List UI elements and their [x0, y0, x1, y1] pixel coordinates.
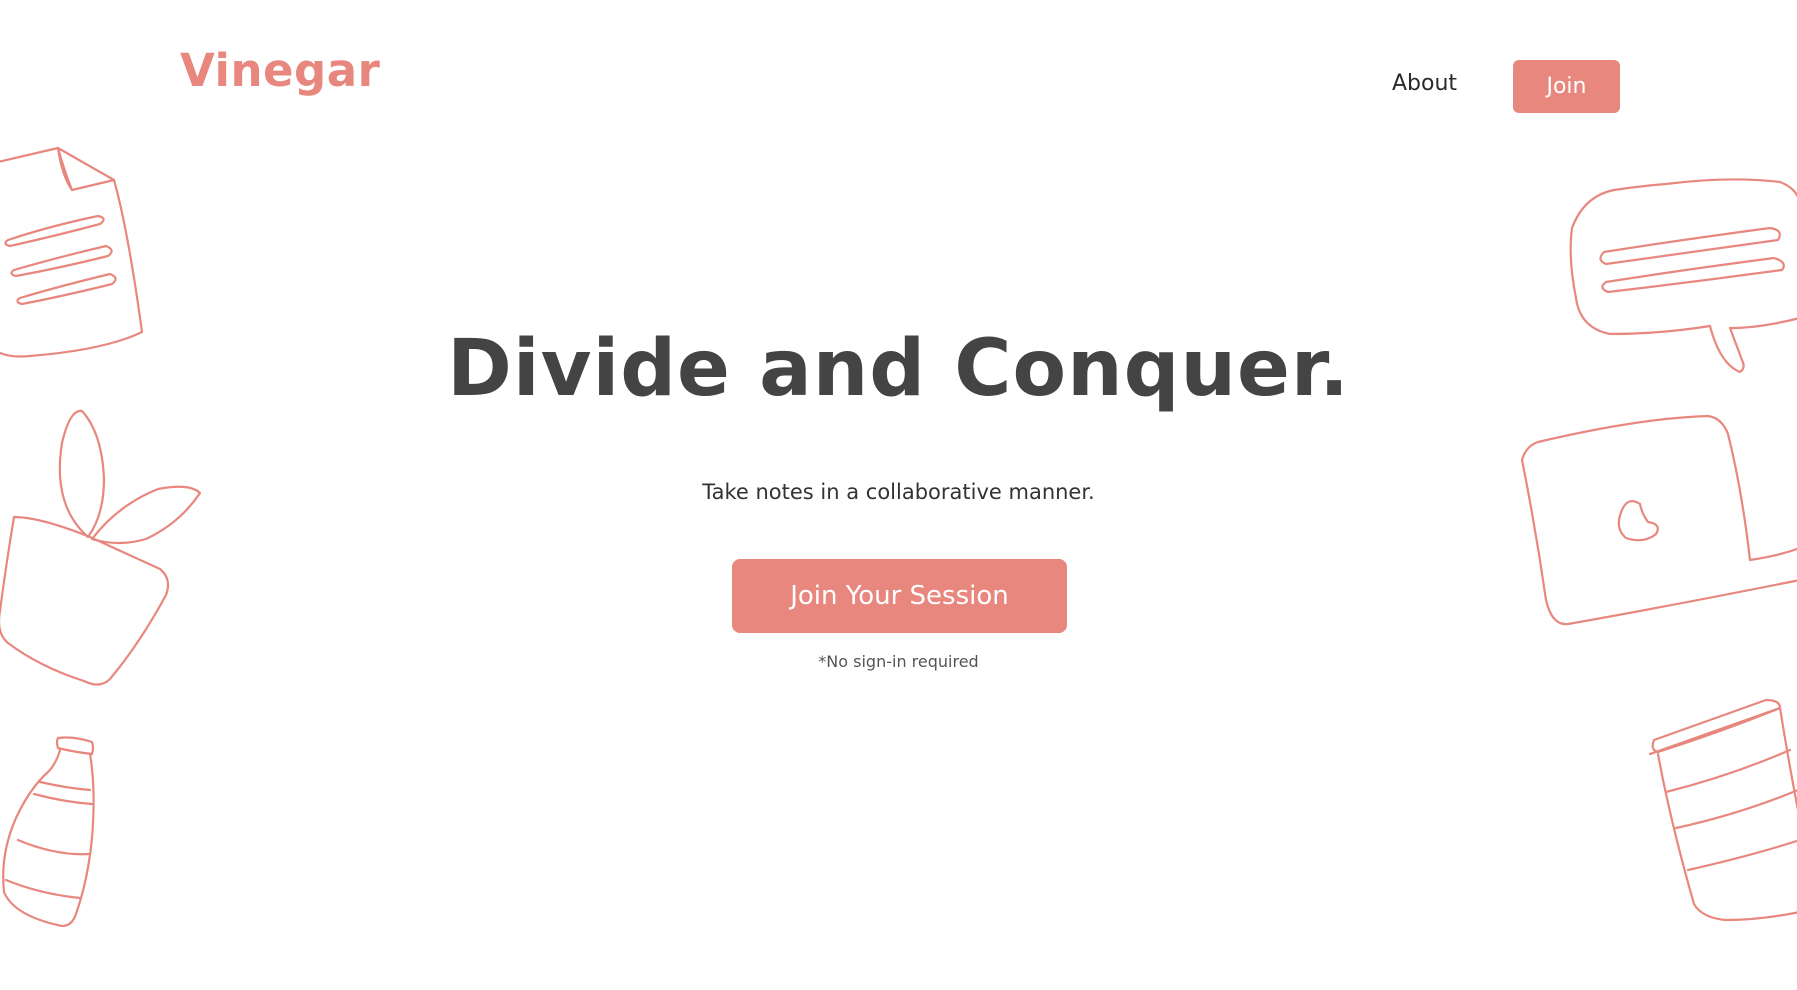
join-session-button[interactable]: Join Your Session	[732, 559, 1067, 633]
nav-join-button[interactable]: Join	[1513, 60, 1620, 113]
bottle-icon	[2, 736, 95, 928]
laptop-icon	[1520, 414, 1797, 626]
hero-title: Divide and Conquer.	[447, 324, 1350, 414]
logo[interactable]: Vinegar	[180, 48, 380, 93]
nav-about-link[interactable]: About	[1392, 73, 1457, 95]
no-signin-note: *No sign-in required	[818, 652, 979, 671]
plant-icon	[0, 409, 202, 686]
coffee-cup-icon	[1648, 698, 1797, 922]
hero-subtitle: Take notes in a collaborative manner.	[702, 480, 1095, 504]
document-icon	[0, 146, 144, 358]
